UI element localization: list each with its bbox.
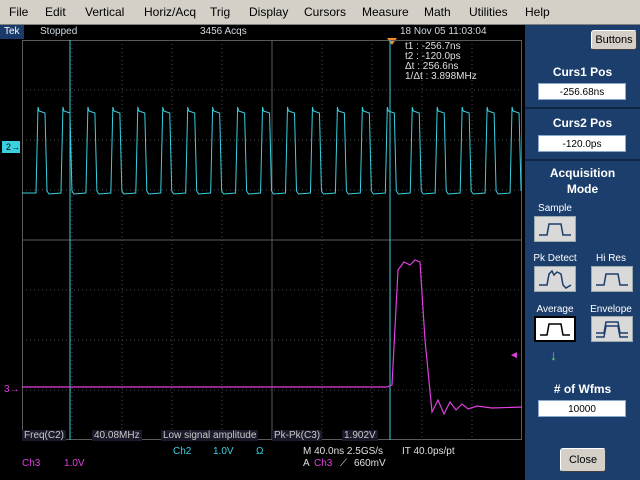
trigger-level-marker[interactable]: ◄ [509, 350, 519, 361]
buttons-toggle[interactable]: Buttons [591, 30, 637, 50]
ch3-label[interactable]: Ch3 [22, 458, 40, 469]
acquisition-mode-title: Mode [566, 182, 599, 196]
cursor-readout: t1 : -256.7ns t2 : -120.0ps Δt : 256.6ns… [405, 42, 477, 82]
ch2-label[interactable]: Ch2 [173, 446, 191, 457]
trigger-level[interactable]: 660mV [354, 458, 386, 469]
ch2-scale[interactable]: 1.0V [213, 446, 234, 457]
menu-measure[interactable]: Measure [362, 5, 409, 19]
brand-label: Tek [0, 25, 24, 39]
record-interval: IT 40.0ps/pt [402, 446, 455, 457]
mode-pk-detect-button[interactable] [534, 266, 576, 292]
pkpk-value: 1.902V [342, 430, 378, 441]
pk-detect-waveform-icon [539, 269, 572, 289]
ch2-coupling: Ω [256, 446, 264, 457]
menu-horiz-acq[interactable]: Horiz/Acq [144, 5, 196, 19]
freq-note: Low signal amplitude [161, 430, 259, 441]
mode-sample-label: Sample [538, 203, 572, 214]
acquisition-title: Acquisition [549, 166, 616, 180]
menu-display[interactable]: Display [249, 5, 288, 19]
freq-label: Freq(C2) [22, 430, 67, 441]
run-state: Stopped [40, 26, 78, 37]
sample-waveform-icon [539, 223, 571, 236]
curs2-title: Curs2 Pos [552, 116, 613, 130]
menu-help[interactable]: Help [525, 5, 550, 19]
measurement-row: Freq(C2) 40.08MHz Low signal amplitude P… [0, 430, 525, 442]
wfms-count-field[interactable]: 10000 [538, 400, 626, 417]
menu-utilities[interactable]: Utilities [469, 5, 508, 19]
menu-trig[interactable]: Trig [210, 5, 230, 19]
timebase[interactable]: M 40.0ns 2.5GS/s [303, 446, 383, 457]
mode-hi-res-button[interactable] [591, 266, 633, 292]
ch2-ground-marker[interactable]: 2→ [2, 141, 20, 153]
envelope-waveform-icon [596, 321, 628, 338]
waveform-display [22, 40, 523, 440]
mode-hi-res-label: Hi Res [595, 253, 626, 264]
status-bar: Tek Stopped 3456 Acqs 18 Nov 05 11:03:04 [0, 25, 525, 39]
mode-average-button[interactable] [534, 316, 576, 342]
mode-sample-button[interactable] [534, 216, 576, 242]
mode-average-label: Average [536, 304, 574, 315]
freq-value: 40.08MHz [92, 430, 142, 441]
menu-bar: File Edit Vertical Horiz/Acq Trig Displa… [0, 0, 640, 25]
trigger-slope-icon: ⟋ [340, 458, 347, 469]
ch3-scale[interactable]: 1.0V [64, 458, 85, 469]
cursor-inverse-delta-t: 1/Δt : 3.898MHz [405, 71, 477, 82]
menu-math[interactable]: Math [424, 5, 451, 19]
channel-status-bar: Ch2 1.0V Ω M 40.0ns 2.5GS/s IT 40.0ps/pt… [0, 442, 525, 480]
curs1-title: Curs1 Pos [552, 65, 613, 79]
curs1-position-field[interactable]: -256.68ns [538, 83, 626, 100]
trigger-prefix: A [303, 458, 310, 469]
control-panel: Buttons Curs1 Pos -256.68ns Curs2 Pos -1… [525, 25, 640, 480]
curs2-position-field[interactable]: -120.0ps [538, 135, 626, 152]
mode-pk-detect-label: Pk Detect [533, 253, 577, 264]
ch2-marker-label: 2 [6, 142, 12, 152]
hi-res-waveform-icon [596, 273, 628, 286]
divider [525, 107, 640, 109]
mode-envelope-label: Envelope [590, 304, 632, 315]
menu-edit[interactable]: Edit [45, 5, 66, 19]
selected-mode-arrow-icon: ↓ [550, 347, 557, 363]
menu-vertical[interactable]: Vertical [85, 5, 124, 19]
average-waveform-icon [540, 323, 570, 336]
divider [525, 159, 640, 161]
menu-file[interactable]: File [9, 5, 28, 19]
wfms-title: # of Wfms [553, 382, 612, 396]
acquisition-count: 3456 Acqs [200, 26, 247, 37]
menu-cursors[interactable]: Cursors [304, 5, 346, 19]
graticule-svg [22, 40, 523, 440]
ch3-ground-marker[interactable]: 3→ [4, 384, 20, 395]
pkpk-label: Pk-Pk(C3) [272, 430, 323, 441]
close-button[interactable]: Close [560, 448, 606, 472]
trigger-channel[interactable]: Ch3 [314, 458, 332, 469]
date-time: 18 Nov 05 11:03:04 [400, 26, 487, 37]
ch3-marker-label: 3 [4, 384, 10, 395]
mode-envelope-button[interactable] [591, 316, 633, 342]
